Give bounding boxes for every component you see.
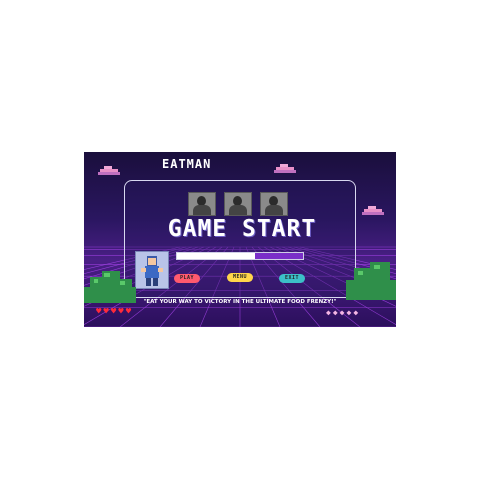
- menu-button[interactable]: MENU: [227, 273, 253, 282]
- game-title: EATMAN: [162, 157, 212, 171]
- lives-hearts: ♥ ♥ ♥ ♥ ♥: [96, 308, 131, 317]
- pixel-cloud-right: [274, 164, 296, 173]
- play-button[interactable]: PLAY: [174, 274, 200, 283]
- heart-icon: ♥: [118, 307, 124, 317]
- gem-icon: ◆: [353, 308, 359, 317]
- gem-icon: ◆: [326, 308, 331, 317]
- heart-icon: ♥: [103, 307, 109, 317]
- game-start-heading: GAME START: [167, 216, 317, 242]
- collected-gems: ◆ ◆ ◆ ◆ ◆: [326, 309, 358, 317]
- loading-progress-bar: [176, 252, 304, 260]
- pixel-cloud-far-right: [362, 206, 384, 215]
- gem-icon: ◆: [332, 308, 338, 317]
- gem-icon: ◆: [339, 308, 345, 317]
- heart-icon: ♥: [110, 307, 117, 317]
- character-thumb[interactable]: [224, 192, 252, 216]
- heart-icon: ♥: [125, 307, 132, 317]
- game-banner: EATMAN GAME START PLAY MENU EXIT "EAT YO…: [84, 152, 396, 327]
- character-thumb[interactable]: [188, 192, 216, 216]
- gem-icon: ◆: [346, 308, 352, 317]
- heart-icon: ♥: [96, 307, 102, 317]
- pixel-bush-right: [346, 262, 396, 300]
- loading-progress-fill: [255, 253, 303, 259]
- character-thumb[interactable]: [260, 192, 288, 216]
- pixel-cloud-left: [98, 166, 120, 175]
- exit-button[interactable]: EXIT: [279, 274, 305, 283]
- character-thumbnails: [188, 192, 288, 216]
- pixel-bush-left: [84, 271, 136, 303]
